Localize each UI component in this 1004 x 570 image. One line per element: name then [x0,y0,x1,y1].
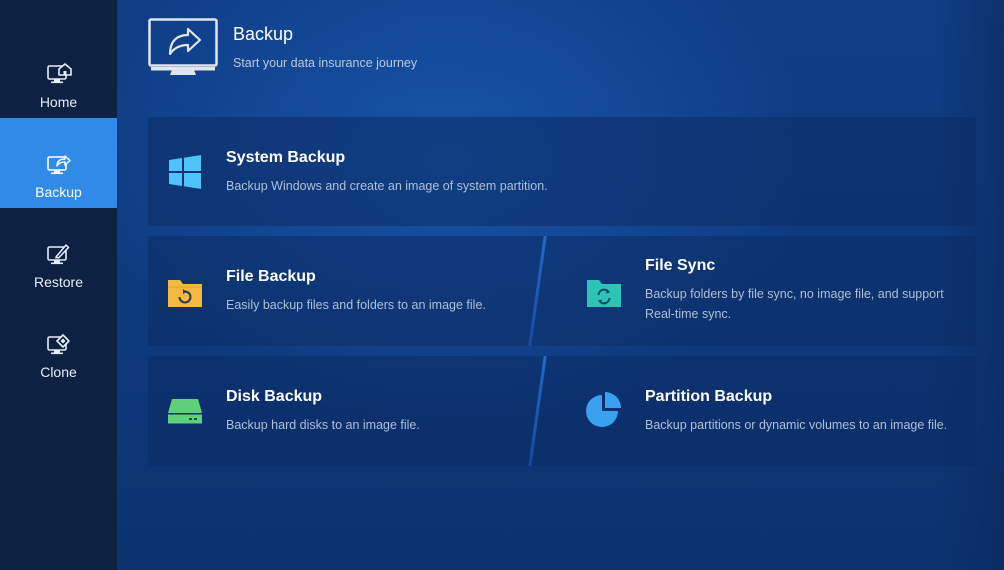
card-title: File Sync [645,257,716,274]
folder-refresh-icon [166,273,204,311]
page-subtitle: Start your data insurance journey [233,56,418,70]
card-description: Backup folders by file sync, no image fi… [645,284,975,324]
sidebar-item-backup[interactable]: Backup [0,118,117,208]
sidebar-item-restore[interactable]: Restore [0,208,117,298]
card-description-line: Backup folders by file sync, no image fi… [645,287,944,301]
sidebar-item-label: Backup [35,184,82,200]
card-title: System Backup [226,149,346,166]
monitor-share-icon [148,18,218,76]
card-row: File Backup Easily backup files and fold… [148,236,976,346]
card-description: Backup partitions or dynamic volumes to … [645,418,948,432]
main-panel: Backup Start your data insurance journey… [117,0,1004,570]
partition-backup-card[interactable]: Partition Backup Backup partitions or dy… [540,356,976,466]
card-row: System Backup Backup Windows and create … [148,117,976,226]
file-sync-card[interactable]: File Sync Backup folders by file sync, n… [540,236,976,346]
sidebar-item-label: Home [39,94,78,110]
card-description-line: Real-time sync. [645,307,732,321]
disk-backup-card[interactable]: Disk Backup Backup hard disks to an imag… [148,356,536,466]
file-backup-card[interactable]: File Backup Easily backup files and fold… [148,236,536,346]
sidebar-item-home[interactable]: Home [0,28,117,118]
card-description: Backup Windows and create an image of sy… [226,179,548,193]
backup-icon [46,151,72,177]
sidebar-item-label: Restore [33,274,84,290]
card-title: Disk Backup [226,388,323,405]
home-icon [46,61,72,87]
restore-icon [46,241,72,267]
page-title: Backup [233,24,294,44]
sidebar-item-clone[interactable]: Clone [0,298,117,388]
folder-sync-icon [585,273,623,311]
card-description: Easily backup files and folders to an im… [226,298,486,312]
windows-icon [166,153,204,191]
sidebar: Home Backup Restore Clone [0,0,117,570]
hard-disk-icon [166,392,204,430]
pie-chart-icon [585,391,623,429]
system-backup-card[interactable]: System Backup Backup Windows and create … [148,117,976,226]
card-title: Partition Backup [645,388,773,405]
clone-icon [46,331,72,357]
sidebar-item-label: Clone [40,364,77,380]
card-description: Backup hard disks to an image file. [226,418,420,432]
card-row: Disk Backup Backup hard disks to an imag… [148,356,976,466]
card-title: File Backup [226,268,316,285]
